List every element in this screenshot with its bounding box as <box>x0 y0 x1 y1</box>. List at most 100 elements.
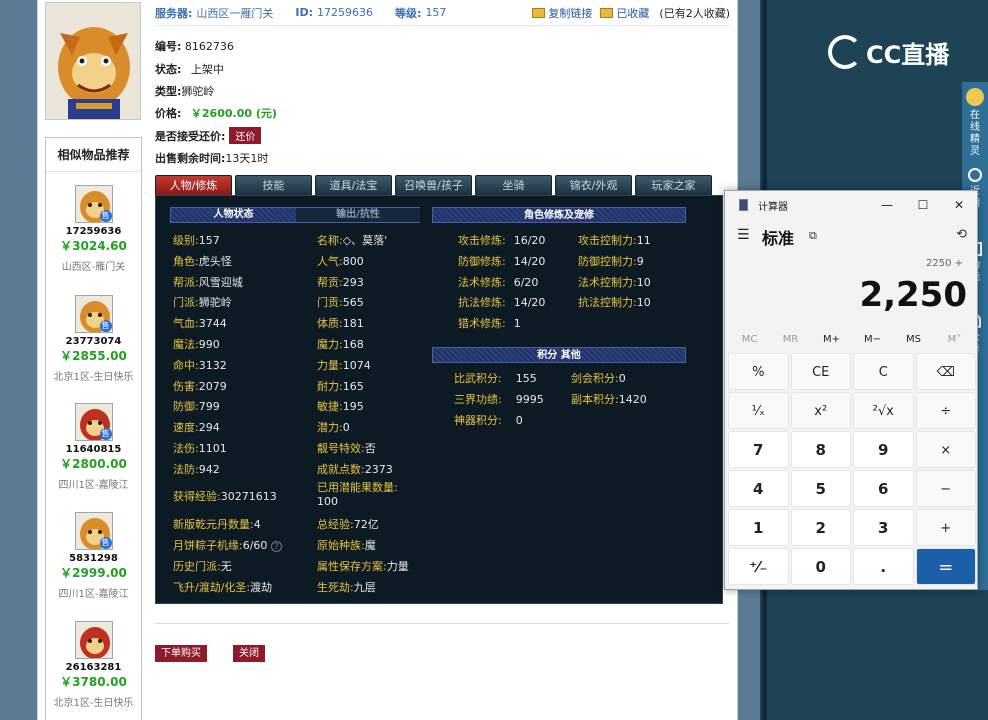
calc-key[interactable]: 1 <box>728 509 789 546</box>
item-status-row: 状态: 上架中 <box>155 63 224 76</box>
calc-key[interactable]: 6 <box>853 470 914 507</box>
control-stat-value: 11 <box>636 234 651 247</box>
exp-value: 30271613 <box>220 490 277 503</box>
left-stat-value: 3744 <box>198 317 227 331</box>
memory-button[interactable]: M− <box>852 331 893 349</box>
calc-key[interactable]: 7 <box>728 431 789 468</box>
used-potential-row: 已用潜能果数量: 100 <box>317 481 398 508</box>
dock-item-spirit[interactable]: 在线精灵 <box>962 88 988 158</box>
calc-key[interactable]: 8 <box>790 431 851 468</box>
right-stat-value: 800 <box>342 254 364 268</box>
tab-5[interactable]: 锦衣/外观 <box>555 175 632 195</box>
cultivation-label: 抗法修炼: <box>458 296 506 310</box>
order-button[interactable]: 下单购买 <box>155 645 207 662</box>
help-icon[interactable]: ? <box>270 541 282 552</box>
memory-button[interactable]: M+ <box>811 331 852 349</box>
memory-button[interactable]: MR <box>770 331 811 349</box>
calc-key[interactable]: 2 <box>790 509 851 546</box>
right-stat: 敏捷:195 <box>317 398 364 414</box>
right-stat: 体质:181 <box>317 315 364 331</box>
calc-key[interactable]: CE <box>790 353 851 390</box>
calc-key[interactable]: × <box>915 431 976 468</box>
tab-6[interactable]: 玩家之家 <box>635 175 712 195</box>
calc-key[interactable]: x² <box>790 392 851 429</box>
calc-key[interactable]: % <box>728 353 789 390</box>
calc-key[interactable]: ²√x <box>853 392 914 429</box>
memory-button[interactable]: M˅ <box>934 331 975 349</box>
similar-item[interactable]: 售 23773074 ￥2855.00 北京1区-生日快乐 <box>45 295 142 383</box>
right-stat-value: 195 <box>342 400 364 414</box>
left-stat: 法防:942 <box>173 461 220 477</box>
right-stat-label: 耐力: <box>317 379 343 393</box>
similar-item[interactable]: 售 17259636 ￥3024.60 山西区-雁门关 <box>45 185 142 273</box>
total-exp-value: 72亿 <box>353 518 379 531</box>
left-stat: 伤害:2079 <box>173 378 227 394</box>
memory-button[interactable]: MC <box>729 331 770 349</box>
left-stat: 法伤:1101 <box>173 440 227 456</box>
points-stat-2-value: 0 <box>618 372 626 385</box>
calc-key[interactable]: 9 <box>853 431 914 468</box>
left-stat-label: 速度: <box>173 421 199 435</box>
id-label: ID: <box>295 6 314 19</box>
calc-key[interactable]: 0 <box>790 548 851 585</box>
collected-button[interactable]: 已收藏 <box>600 5 649 21</box>
cultivation-label: 法术修炼: <box>458 275 506 289</box>
control-stat-value: 10 <box>636 275 651 289</box>
maximize-button[interactable]: ☐ <box>905 191 941 219</box>
left-stat: 级别:157 <box>173 232 220 248</box>
right-stat-value: 168 <box>342 338 364 351</box>
memory-row: MC MR M+ M− MS M˅ <box>729 331 975 349</box>
tab-3[interactable]: 召唤兽/孩子 <box>395 175 472 195</box>
calc-key[interactable]: C <box>853 353 914 390</box>
close-button[interactable]: 关闭 <box>233 645 265 662</box>
similar-item[interactable]: 26163281 ￥3780.00 北京1区-生日快乐 <box>45 621 142 709</box>
calc-key[interactable]: 5 <box>790 470 851 507</box>
right-stat-value: 否 <box>364 442 376 455</box>
control-stat-value: 10 <box>636 296 651 310</box>
time-remaining-row: 出售剩余时间:13天1时 <box>155 152 269 165</box>
memory-button[interactable]: MS <box>893 331 934 349</box>
calc-key[interactable]: ⁺⁄₋ <box>728 548 789 585</box>
calc-key[interactable]: + <box>915 509 976 546</box>
calc-key[interactable]: ÷ <box>915 392 976 429</box>
calc-key[interactable]: = <box>915 548 976 585</box>
similar-item[interactable]: 售 5831298 ￥2999.00 四川1区-嘉陵江 <box>45 512 142 600</box>
pills-value: 4 <box>253 518 261 531</box>
hamburger-menu-icon[interactable]: ☰ <box>737 227 750 243</box>
calc-key[interactable]: ⌫ <box>915 353 976 390</box>
counter-offer-button[interactable]: 还价 <box>229 127 262 144</box>
avatar-icon <box>966 88 984 106</box>
id-value: 17259636 <box>317 6 374 19</box>
copy-link-button[interactable]: 复制链接 <box>532 5 592 21</box>
calc-key[interactable]: 4 <box>728 470 789 507</box>
right-stat-value: 293 <box>342 275 364 289</box>
similar-item-server: 山西区-雁门关 <box>61 262 126 273</box>
calc-key[interactable]: − <box>915 470 976 507</box>
calc-key[interactable]: 3 <box>853 509 914 546</box>
right-stat: 潜力:0 <box>317 419 350 435</box>
right-stat-label: 靓号特效: <box>317 442 365 455</box>
left-stat-label: 气血: <box>173 317 199 331</box>
tab-0[interactable]: 人物/修炼 <box>155 175 232 195</box>
window-close-button[interactable]: ✕ <box>941 191 977 219</box>
history-icon[interactable]: ⟲ <box>956 227 967 242</box>
calc-key[interactable]: ¹⁄ₓ <box>728 392 789 429</box>
history-row: 历史门派:无 <box>173 560 232 573</box>
calculator-titlebar[interactable]: 计算器 — ☐ ✕ <box>725 191 977 219</box>
similar-item[interactable]: 售 11640815 ￥2800.00 四川1区-嘉陵江 <box>45 403 142 491</box>
right-stat-value: 2373 <box>364 462 393 476</box>
ascend-row: 飞升/渡劫/化圣:渡劫 <box>173 581 273 594</box>
tab-character-status[interactable]: 人物状态 <box>171 208 296 222</box>
left-stat-label: 法防: <box>173 462 199 476</box>
minimize-button[interactable]: — <box>869 191 905 219</box>
cultivation-label: 防御修炼: <box>458 254 506 268</box>
right-stat: 帮贡:293 <box>317 274 364 290</box>
tab-4[interactable]: 坐骑 <box>475 175 552 195</box>
tab-2[interactable]: 道具/法宝 <box>315 175 392 195</box>
tab-1[interactable]: 技能 <box>235 175 312 195</box>
cultivation-stat: 攻击修炼: 16/20 <box>458 232 545 248</box>
calc-key[interactable]: . <box>853 548 914 585</box>
tab-output-resistance[interactable]: 输出/抗性 <box>296 208 420 222</box>
keep-on-top-icon[interactable]: ⧉ <box>809 229 817 243</box>
clock-icon <box>968 168 982 182</box>
